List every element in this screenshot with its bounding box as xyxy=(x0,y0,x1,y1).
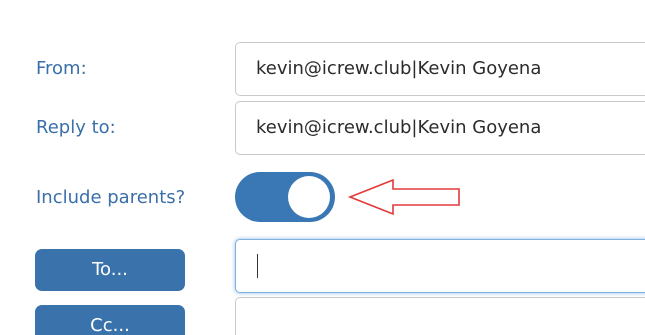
to-field[interactable] xyxy=(235,239,645,293)
include-parents-toggle[interactable] xyxy=(235,172,335,222)
include-parents-label: Include parents? xyxy=(36,187,186,208)
cc-field[interactable] xyxy=(235,297,645,335)
to-button[interactable]: To... xyxy=(35,249,185,291)
red-outline-arrow-icon xyxy=(347,178,460,216)
from-label: From: xyxy=(36,58,87,79)
reply-to-label: Reply to: xyxy=(36,117,116,138)
email-compose-panel: From: kevin@icrew.club|Kevin Goyena Repl… xyxy=(0,0,645,335)
from-field-value: kevin@icrew.club|Kevin Goyena xyxy=(256,58,542,79)
text-cursor xyxy=(257,254,258,278)
cc-button[interactable]: Cc... xyxy=(35,305,185,335)
from-field[interactable]: kevin@icrew.club|Kevin Goyena xyxy=(235,42,645,96)
toggle-knob[interactable] xyxy=(288,176,330,218)
reply-to-field-value: kevin@icrew.club|Kevin Goyena xyxy=(256,117,542,138)
reply-to-field[interactable]: kevin@icrew.club|Kevin Goyena xyxy=(235,101,645,155)
